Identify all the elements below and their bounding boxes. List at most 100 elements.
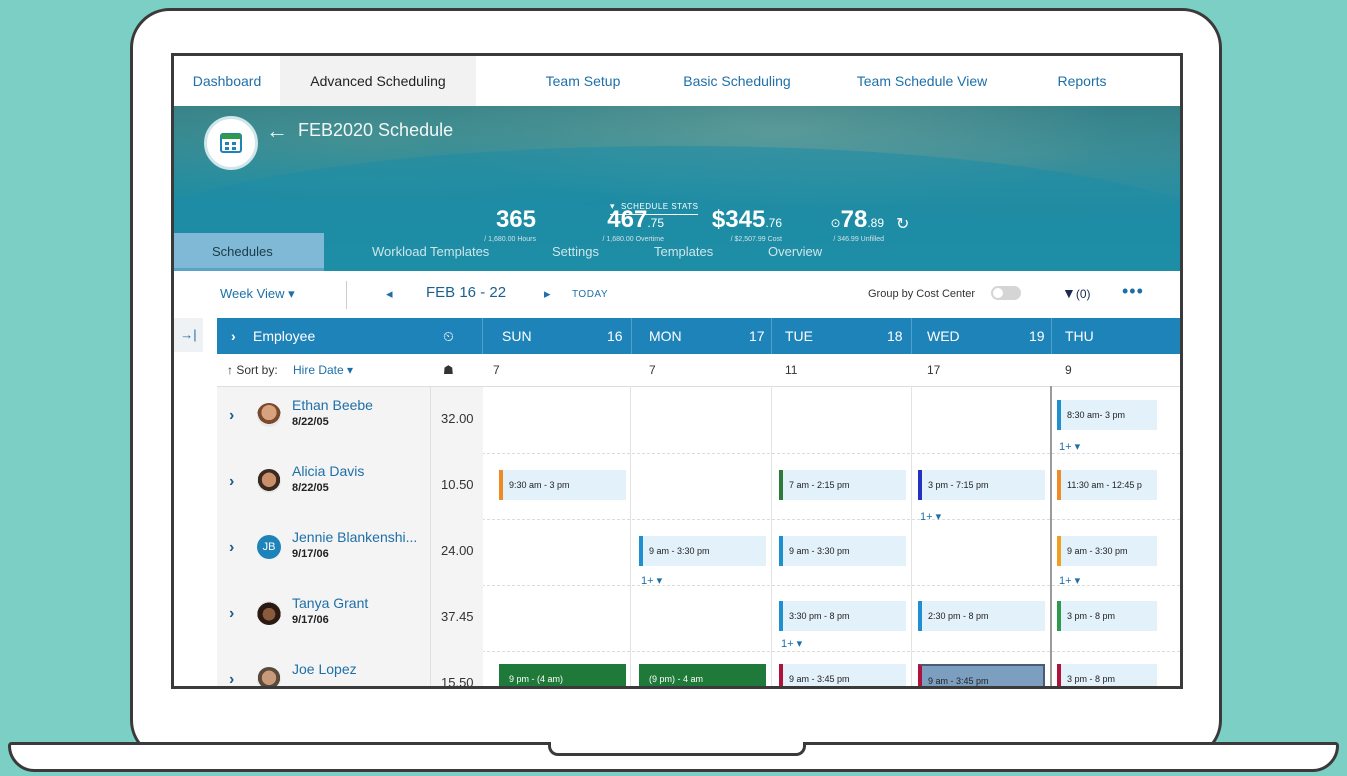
clock-icon: ⏲ <box>443 328 454 344</box>
subtab-templates[interactable]: Templates <box>654 233 713 271</box>
day-wed: WED <box>927 328 960 344</box>
more-shifts-link[interactable]: 1+ ▾ <box>781 637 802 650</box>
tab-team-schedule-view[interactable]: Team Schedule View <box>842 56 1002 106</box>
sort-dropdown[interactable]: Hire Date ▾ <box>293 363 353 377</box>
shift-block-selected[interactable]: 9 am - 3:45 pm <box>918 664 1045 686</box>
shift-block[interactable]: 11:30 am - 12:45 p <box>1057 470 1157 500</box>
expand-all-icon[interactable]: › <box>231 318 236 354</box>
hours-value: 37.45 <box>441 609 474 624</box>
calendar-icon <box>204 116 258 170</box>
day-thu: THU <box>1065 328 1094 344</box>
schedule-toolbar: Week View ▾ ◂ FEB 16 - 22 ▸ TODAY Group … <box>174 271 1180 317</box>
employee-name[interactable]: Tanya Grant <box>292 595 368 611</box>
toggle-knob <box>993 288 1003 298</box>
expand-row-icon[interactable]: › <box>229 473 234 491</box>
shift-block[interactable]: 7 am - 2:15 pm <box>779 470 906 500</box>
filter-icon: ▼ <box>1062 285 1076 301</box>
prev-week-icon[interactable]: ◂ <box>386 286 393 302</box>
employee-name[interactable]: Joe Lopez <box>292 661 357 677</box>
shift-block[interactable]: 3 pm - 8 pm <box>1057 664 1157 686</box>
hours-value: 15.50 <box>441 675 474 689</box>
tab-team-setup[interactable]: Team Setup <box>524 56 642 106</box>
week-view-dropdown[interactable]: Week View ▾ <box>220 286 295 302</box>
tab-reports[interactable]: Reports <box>1032 56 1132 106</box>
employee-name[interactable]: Ethan Beebe <box>292 397 373 413</box>
day-tue-num: 18 <box>887 328 903 344</box>
toolbar-divider <box>346 281 347 309</box>
avatar <box>257 403 281 427</box>
stat-cost-decimal: .76 <box>765 216 782 230</box>
tab-dashboard[interactable]: Dashboard <box>174 56 280 106</box>
more-shifts-link[interactable]: 1+ ▾ <box>920 510 941 523</box>
sub-tabs: Schedules Workload Templates Settings Te… <box>174 233 1180 271</box>
more-shifts-link[interactable]: 1+ ▾ <box>1059 574 1080 587</box>
tab-advanced-scheduling[interactable]: Advanced Scheduling <box>280 56 476 106</box>
shift-block[interactable]: 2:30 pm - 8 pm <box>918 601 1045 631</box>
day-sun-num: 16 <box>607 328 623 344</box>
subtab-settings[interactable]: Settings <box>552 233 599 271</box>
stat-overtime-value: 467 <box>607 206 648 233</box>
expand-row-icon[interactable]: › <box>229 671 234 686</box>
stat-unfilled-value: 78 <box>840 206 868 233</box>
refresh-icon[interactable]: ↻ <box>896 214 909 234</box>
shift-block[interactable]: (9 pm) - 4 am <box>639 664 766 686</box>
group-by-toggle[interactable] <box>991 286 1021 300</box>
back-arrow-icon[interactable]: ← <box>266 118 288 144</box>
header-divider <box>911 318 912 354</box>
hours-cell: 24.00 <box>430 519 483 585</box>
employee-cell: › Alicia Davis 8/22/05 <box>217 453 430 519</box>
header-divider <box>771 318 772 354</box>
day-mon: MON <box>649 328 682 344</box>
employee-header[interactable]: Employee <box>253 318 315 354</box>
shift-block[interactable]: 9 pm - (4 am) <box>499 664 626 686</box>
day-sun: SUN <box>502 328 532 344</box>
count-mon: 7 <box>649 363 656 377</box>
today-button[interactable]: TODAY <box>572 289 608 300</box>
hours-value: 32.00 <box>441 411 474 426</box>
employee-cell: › JB Jennie Blankenshi... 9/17/06 <box>217 519 430 585</box>
employee-name[interactable]: Alicia Davis <box>292 463 364 479</box>
day-wed-num: 19 <box>1029 328 1045 344</box>
top-nav: Dashboard Advanced Scheduling Team Setup… <box>174 56 1180 106</box>
group-by-cost-center-label: Group by Cost Center <box>868 288 975 300</box>
subtab-workload-templates[interactable]: Workload Templates <box>372 233 489 271</box>
employee-name[interactable]: Jennie Blankenshi... <box>292 529 417 545</box>
stat-cost-value: $345 <box>711 206 766 233</box>
shift-block[interactable]: 9 am - 3:30 pm <box>779 536 906 566</box>
hire-date: 8/22/05 <box>292 482 329 494</box>
expand-row-icon[interactable]: › <box>229 539 234 557</box>
employee-cell: › Joe Lopez <box>217 651 430 686</box>
grid-header: › Employee ⏲ SUN 16 MON 17 TUE 18 WED 19… <box>217 318 1180 354</box>
more-shifts-link[interactable]: 1+ ▾ <box>1059 440 1080 453</box>
tab-basic-scheduling[interactable]: Basic Scheduling <box>662 56 812 106</box>
shift-block[interactable]: 3:30 pm - 8 pm <box>779 601 906 631</box>
subtab-overview[interactable]: Overview <box>768 233 822 271</box>
subtab-schedules[interactable]: Schedules <box>174 233 324 271</box>
expand-row-icon[interactable]: › <box>229 407 234 425</box>
shift-block[interactable]: 3 pm - 7:15 pm <box>918 470 1045 500</box>
collapse-panel-button[interactable]: →| <box>174 318 203 352</box>
shift-block[interactable]: 9 am - 3:45 pm <box>779 664 906 686</box>
schedule-title: FEB2020 Schedule <box>298 120 454 140</box>
header-divider <box>482 318 483 354</box>
next-week-icon[interactable]: ▸ <box>544 286 551 302</box>
unfilled-icon: ⊙ <box>830 216 841 230</box>
staff-icon: ☗ <box>443 363 454 377</box>
hours-cell: 32.00 <box>430 387 483 453</box>
table-row[interactable]: › Ethan Beebe 8/22/05 32.00 <box>217 387 1180 454</box>
count-wed: 17 <box>927 363 941 377</box>
shift-block[interactable]: 9:30 am - 3 pm <box>499 470 626 500</box>
shift-block[interactable]: 9 am - 3:30 pm <box>639 536 766 566</box>
filter-count: (0) <box>1075 287 1091 301</box>
more-shifts-link[interactable]: 1+ ▾ <box>641 574 662 587</box>
hours-value: 24.00 <box>441 543 474 558</box>
day-mon-num: 17 <box>749 328 765 344</box>
filter-button[interactable]: ▼(0) <box>1062 285 1091 301</box>
header-divider <box>1051 318 1052 354</box>
expand-row-icon[interactable]: › <box>229 605 234 623</box>
shift-block[interactable]: 3 pm - 8 pm <box>1057 601 1157 631</box>
shift-block[interactable]: 8:30 am- 3 pm <box>1057 400 1157 430</box>
avatar: JB <box>257 535 281 559</box>
shift-block[interactable]: 9 am - 3:30 pm <box>1057 536 1157 566</box>
more-options-icon[interactable]: ••• <box>1122 281 1144 302</box>
